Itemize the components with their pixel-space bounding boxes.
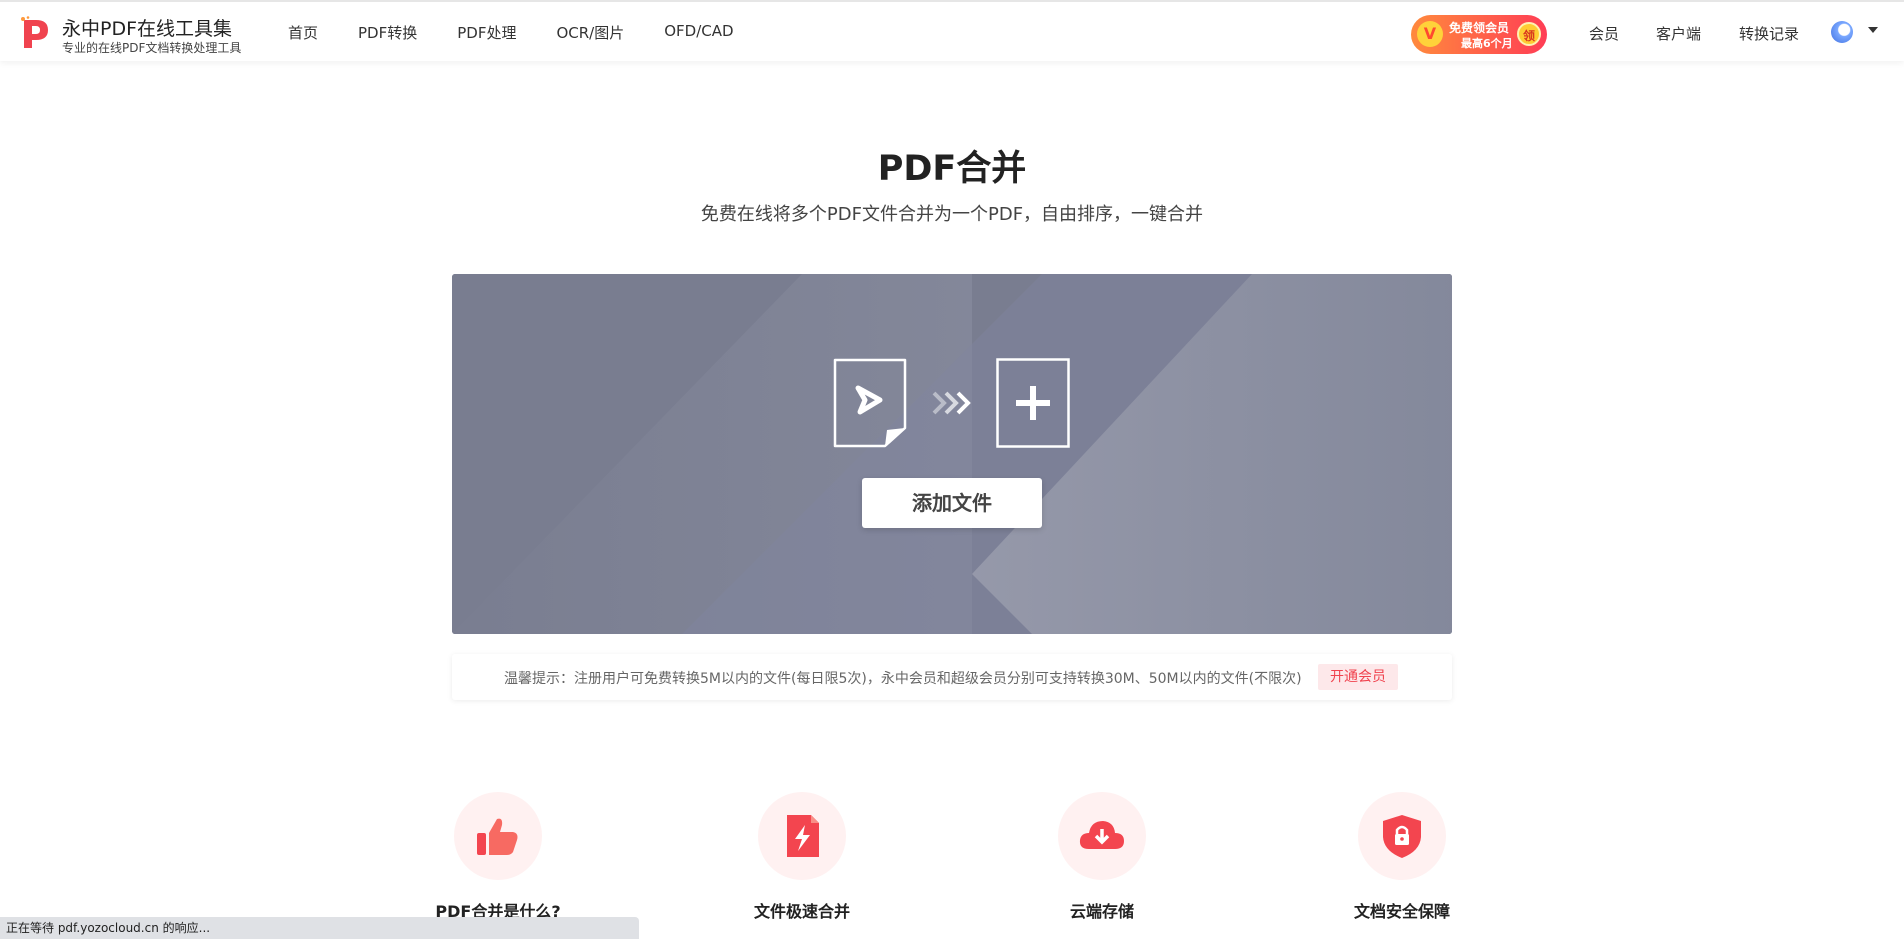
add-file-button[interactable]: 添加文件 <box>862 478 1042 528</box>
browser-status-bar: 正在等待 pdf.yozocloud.cn 的响应... <box>0 917 639 939</box>
promo-badge: 领 <box>1517 22 1541 46</box>
pdf-document-icon <box>833 358 907 448</box>
add-file-plus-icon[interactable] <box>996 358 1070 448</box>
feature-label: 文件极速合并 <box>753 902 850 921</box>
brand-subtitle: 专业的在线PDF文档转换处理工具 <box>62 41 242 55</box>
cloud-download-icon <box>1079 821 1124 849</box>
tip-box: 温馨提示：注册用户可免费转换5M以内的文件(每日限5次)，永中会员和超级会员分别… <box>452 654 1452 700</box>
chevron-right-arrows-icon <box>932 391 971 415</box>
main-nav: 首页 PDF转换 PDF处理 OCR/图片 OFD/CAD <box>288 22 774 43</box>
tip-text: 温馨提示：注册用户可免费转换5M以内的文件(每日限5次)，永中会员和超级会员分别… <box>504 671 1302 687</box>
open-membership-button[interactable]: 开通会员 <box>1318 664 1398 690</box>
page-title: PDF合并 <box>877 149 1027 189</box>
nav-home[interactable]: 首页 <box>288 22 318 43</box>
feature-label: 云端存储 <box>1069 902 1134 921</box>
promo-line1: 免费领会员 <box>1449 21 1510 35</box>
feature-security: 文档安全保障 <box>1302 792 1502 922</box>
free-membership-promo-button[interactable]: V 免费领会员 最高6个月 领 <box>1411 15 1547 54</box>
nav-membership[interactable]: 会员 <box>1589 23 1619 44</box>
lightning-file-icon <box>787 815 819 857</box>
nav-pdf-convert[interactable]: PDF转换 <box>358 22 417 43</box>
vip-icon: V <box>1417 21 1443 47</box>
feature-what-is-merge: PDF合并是什么? <box>398 792 598 922</box>
feature-cloud-storage: 云端存储 <box>1002 792 1202 922</box>
file-drop-zone[interactable] <box>452 274 1452 634</box>
brand-title[interactable]: 永中PDF在线工具集 <box>62 14 232 41</box>
page-subtitle: 免费在线将多个PDF文件合并为一个PDF，自由排序，一键合并 <box>700 204 1204 225</box>
nav-ofd-cad[interactable]: OFD/CAD <box>664 22 733 43</box>
shield-lock-icon <box>1383 815 1421 858</box>
drop-zone-background <box>452 274 1452 634</box>
feature-fast-merge: 文件极速合并 <box>702 792 902 922</box>
nav-ocr-image[interactable]: OCR/图片 <box>556 22 624 43</box>
feature-label: 文档安全保障 <box>1353 902 1450 921</box>
thumbs-up-icon <box>477 818 518 855</box>
chevron-down-icon[interactable] <box>1868 27 1878 33</box>
nav-conversion-history[interactable]: 转换记录 <box>1739 23 1799 44</box>
nav-client[interactable]: 客户端 <box>1656 23 1701 44</box>
nav-pdf-process[interactable]: PDF处理 <box>457 22 516 43</box>
top-header: 永中PDF在线工具集 专业的在线PDF文档转换处理工具 首页 PDF转换 PDF… <box>0 0 1904 61</box>
user-avatar[interactable] <box>1831 21 1853 43</box>
promo-line2: 最高6个月 <box>1461 37 1513 50</box>
yozo-pdf-logo-icon[interactable] <box>20 16 52 50</box>
